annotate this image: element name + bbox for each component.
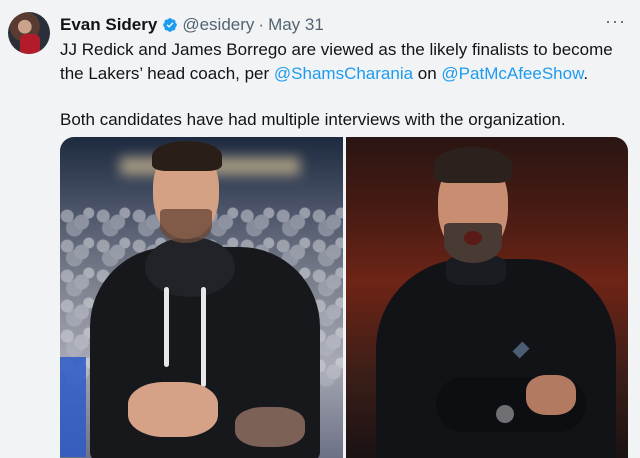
watch [496,405,514,423]
tattooed-arm [235,407,305,447]
hair [434,147,512,183]
beard [160,209,212,243]
verified-badge-icon [163,18,178,32]
meta-separator: · [258,15,265,34]
tweet-header: Evan Sidery @esidery · May 31 [60,14,630,36]
photo-james-borrego[interactable] [346,137,628,458]
hair [152,141,222,171]
hoodie-string [164,287,169,367]
hand [526,375,576,415]
tweet-paragraph-2: Both candidates have had multiple interv… [60,110,566,129]
clasped-hands [128,382,218,437]
mention-shams[interactable]: @ShamsCharania [274,64,413,83]
tweet-text-part: . [583,64,589,83]
photo-jj-redick[interactable] [60,137,343,458]
author-handle[interactable]: @esidery [182,15,254,35]
hood [145,237,235,297]
avatar-jersey [20,34,40,54]
open-mouth [464,231,482,245]
author-display-name[interactable]: Evan Sidery [60,15,157,35]
tweet-text-part: on [413,64,442,83]
tweet-paragraph-1: JJ Redick and James Borrego are viewed a… [60,38,628,86]
ellipsis-icon[interactable]: ··· [605,12,626,30]
tweet-date[interactable]: May 31 [268,15,324,35]
tweet-media[interactable] [60,137,628,458]
hoodie-string [201,287,206,387]
mention-mcafee[interactable]: @PatMcAfeeShow [441,64,583,83]
tweet-text: JJ Redick and James Borrego are viewed a… [60,38,628,132]
blue-seat [60,357,86,457]
author-avatar[interactable] [8,12,50,54]
